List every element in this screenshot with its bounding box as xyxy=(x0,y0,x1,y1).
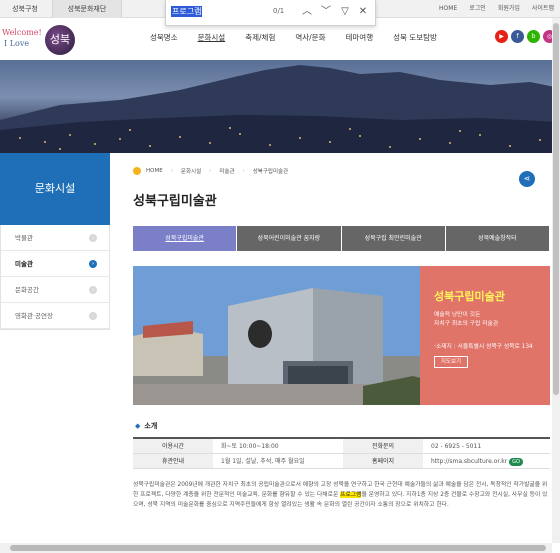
tab-children-museum[interactable]: 성북어린이미술관 꿈자랑 xyxy=(237,226,341,251)
diamond-icon: ◆ xyxy=(135,422,141,430)
chevron-right-icon: › xyxy=(89,234,97,242)
sidebar-list: 박물관 › 미술관 › 문화공간 › 영화관·공연장 › xyxy=(0,225,110,330)
facebook-icon[interactable]: f xyxy=(511,30,524,43)
scrollbar-thumb[interactable] xyxy=(10,545,546,551)
sidebar-item-art-gallery[interactable]: 미술관 › xyxy=(1,251,109,277)
city-skyline-image xyxy=(0,65,560,153)
chevron-right-icon: › xyxy=(89,286,97,294)
card-title: 성북구립미술관 xyxy=(434,290,505,303)
breadcrumb-gallery[interactable]: 미술관 xyxy=(219,167,234,175)
website-link[interactable]: http://sma.sbculture.or.kr xyxy=(431,458,507,465)
table-row: 휴관안내 1월 1일, 설날, 추석, 매주 월요일 홈페이지 http://s… xyxy=(133,454,550,469)
phone-label: 전화문의 xyxy=(343,439,423,453)
site-logo[interactable]: Welcome! I Love 성북 xyxy=(2,25,76,55)
museum-description: 성북구립미술관은 2009년에 개관한 자치구 최초의 공립미술관으로서 예향의… xyxy=(133,480,550,510)
breadcrumb-separator: › xyxy=(242,168,245,174)
logo-text-welcome: Welcome! xyxy=(2,28,42,37)
breadcrumb-home[interactable]: HOME xyxy=(146,168,163,174)
nav-item-history[interactable]: 역사/문화 xyxy=(295,32,325,43)
hero-banner xyxy=(0,60,560,153)
card-description: 예술적 낭만이 깃든 자치구 최초의 구립 미술관 xyxy=(434,311,498,329)
find-highlight: 프로그램 xyxy=(340,492,362,498)
sidebar-item-museum[interactable]: 박물관 › xyxy=(1,225,109,251)
sitemap-link[interactable]: 사이트맵 xyxy=(526,0,560,18)
page-title: 성북구립미술관 xyxy=(133,194,217,209)
breadcrumb-facilities[interactable]: 문화시설 xyxy=(181,167,201,175)
close-icon[interactable]: ✕ xyxy=(356,4,370,20)
tab-seongbuk-museum[interactable]: 성북구립미술관 xyxy=(133,226,237,251)
table-row: 이용시간 화~토 10:00~18:00 전화문의 02 - 6925 - 50… xyxy=(133,439,550,454)
util-links: HOME 로그인 회원가입 사이트맵 xyxy=(433,0,560,18)
section-title: ◆ 소개 xyxy=(135,421,157,431)
sidebar-item-label: 문화공간 xyxy=(15,286,39,294)
breadcrumb-separator: › xyxy=(170,168,173,174)
chevron-right-icon: › xyxy=(89,312,97,320)
scrollbar-thumb[interactable] xyxy=(553,23,559,395)
home-link[interactable]: HOME xyxy=(433,0,463,18)
card-line-2: 자치구 최초의 구립 미술관 xyxy=(434,321,499,327)
card-address: ·소재지 : 서울특별시 성북구 성북로 134 xyxy=(434,344,533,350)
share-icon[interactable]: ⋖ xyxy=(519,171,535,187)
sidebar-item-label: 미술관 xyxy=(15,260,33,268)
tab-art-studio[interactable]: 성북예술창작터 xyxy=(445,226,549,251)
youtube-icon[interactable]: ▶ xyxy=(495,30,508,43)
nav-item-landmarks[interactable]: 성북명소 xyxy=(150,32,178,43)
vertical-scrollbar[interactable] xyxy=(552,18,560,543)
closed-label: 휴관안내 xyxy=(133,454,213,468)
login-link[interactable]: 로그인 xyxy=(463,0,492,18)
hours-value: 화~토 10:00~18:00 xyxy=(221,443,279,450)
website-label: 홈페이지 xyxy=(343,454,423,468)
find-count: 0/1 xyxy=(273,7,285,15)
card-line-1: 예술적 낭만이 깃든 xyxy=(434,312,481,318)
home-icon xyxy=(133,167,141,175)
chevron-down-icon[interactable]: ﹀ xyxy=(319,4,333,20)
sidebar-item-cinema[interactable]: 영화관·공연장 › xyxy=(1,303,109,329)
nav-item-facilities[interactable]: 문화시설 xyxy=(198,32,226,43)
blog-icon[interactable]: b xyxy=(527,30,540,43)
sidebar-item-culture-space[interactable]: 문화공간 › xyxy=(1,277,109,303)
sidebar: 문화시설 박물관 › 미술관 › 문화공간 › 영화관·공연장 › xyxy=(0,153,110,553)
logo-text-ilove: I Love xyxy=(4,39,30,48)
filter-icon[interactable]: ▽ xyxy=(338,4,352,20)
nav-item-walking-tour[interactable]: 성북 도보탐방 xyxy=(393,32,437,43)
tab-choi-manlin-museum[interactable]: 성북구립 최만린미술관 xyxy=(341,226,445,251)
museum-info-card: 성북구립미술관 예술적 낭만이 깃든 자치구 최초의 구립 미술관 ·소재지 :… xyxy=(420,266,550,405)
chevron-right-icon: › xyxy=(89,260,97,268)
map-button[interactable]: 지도보기 xyxy=(434,356,468,368)
gallery-tabs: 성북구립미술관 성북어린이미술관 꿈자랑 성북구립 최만린미술관 성북예술창작터 xyxy=(133,226,550,251)
breadcrumb-separator: › xyxy=(209,168,212,174)
signup-link[interactable]: 회원가입 xyxy=(492,0,526,18)
info-table: 이용시간 화~토 10:00~18:00 전화문의 02 - 6925 - 50… xyxy=(133,437,550,469)
hours-label: 이용시간 xyxy=(133,439,213,453)
logo-mark: 성북 xyxy=(45,25,75,55)
social-links: ▶ f b ◎ xyxy=(492,30,556,43)
tab-seongbuk-office[interactable]: 성북구청 xyxy=(0,0,50,18)
main-nav: 성북명소 문화시설 축제/체험 역사/문화 테마여행 성북 도보탐방 xyxy=(150,32,457,43)
tab-seongbuk-foundation[interactable]: 성북문화재단 xyxy=(52,0,122,18)
phone-value: 02 - 6925 - 5011 xyxy=(431,443,482,450)
sidebar-item-label: 박물관 xyxy=(15,234,33,242)
find-input[interactable]: 프로그램 xyxy=(171,6,203,17)
closed-value: 1월 1일, 설날, 추석, 매주 월요일 xyxy=(221,458,305,465)
website-value: http://sma.sbculture.or.kr GO xyxy=(423,454,550,468)
museum-photo xyxy=(133,266,420,405)
nav-item-festivals[interactable]: 축제/체험 xyxy=(245,32,275,43)
breadcrumb-current: 성북구립미술관 xyxy=(252,169,289,175)
go-button[interactable]: GO xyxy=(509,458,523,466)
chevron-up-icon[interactable]: ︿ xyxy=(300,4,314,20)
sidebar-item-label: 영화관·공연장 xyxy=(15,312,53,320)
breadcrumb: HOME › 문화시설 › 미술관 › 성북구립미술관 xyxy=(133,167,288,175)
horizontal-scrollbar[interactable] xyxy=(0,543,552,553)
sidebar-title: 문화시설 xyxy=(0,153,110,225)
section-title-text: 소개 xyxy=(144,422,158,430)
nav-item-theme-travel[interactable]: 테마여행 xyxy=(346,32,374,43)
find-bar: 프로그램 0/1 ︿ ﹀ ▽ ✕ xyxy=(165,0,376,26)
